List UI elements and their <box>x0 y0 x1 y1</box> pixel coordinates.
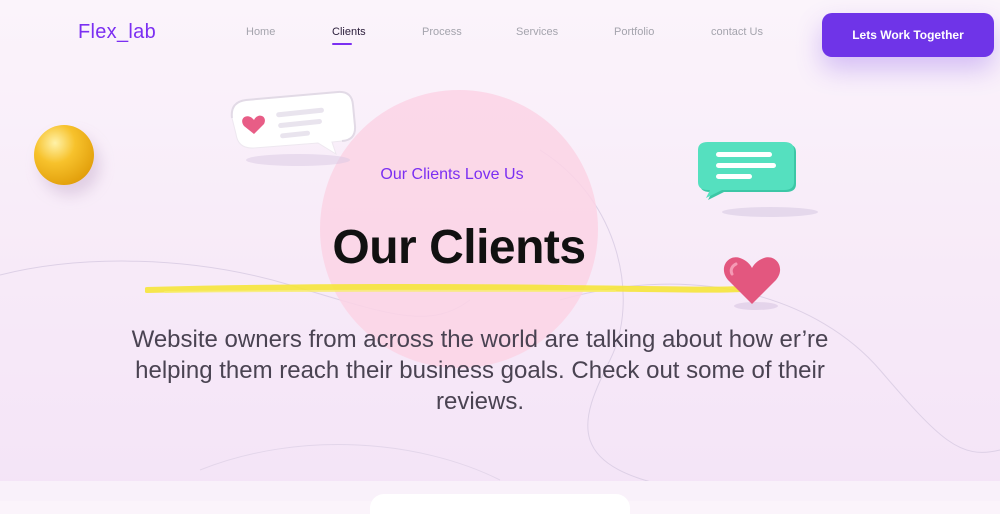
navbar: Flex_lab Home Clients Process Services P… <box>0 0 1000 70</box>
nav-item-clients-label: Clients <box>332 26 366 38</box>
nav-item-clients[interactable]: Clients <box>332 26 366 45</box>
heart-chat-bubble-icon <box>230 90 357 166</box>
hero-description: Website owners from across the world are… <box>131 326 829 415</box>
logo[interactable]: Flex_lab <box>78 21 156 44</box>
yellow-ball-icon <box>34 125 94 185</box>
nav-item-process[interactable]: Process <box>422 26 462 38</box>
brush-stroke-icon <box>145 283 745 293</box>
heart-icon <box>723 257 781 310</box>
nav-item-contact-us[interactable]: contact Us <box>711 26 763 38</box>
nav-item-portfolio[interactable]: Portfolio <box>614 26 654 38</box>
hero-section: Our Clients Love Us Our Clients Website … <box>0 70 1000 480</box>
nav-item-home[interactable]: Home <box>246 26 275 38</box>
nav-item-services[interactable]: Services <box>516 26 558 38</box>
next-section-card <box>370 494 630 514</box>
active-underline <box>332 43 352 45</box>
green-chat-bubble-icon <box>698 142 818 217</box>
lets-work-together-button[interactable]: Lets Work Together <box>822 13 994 57</box>
